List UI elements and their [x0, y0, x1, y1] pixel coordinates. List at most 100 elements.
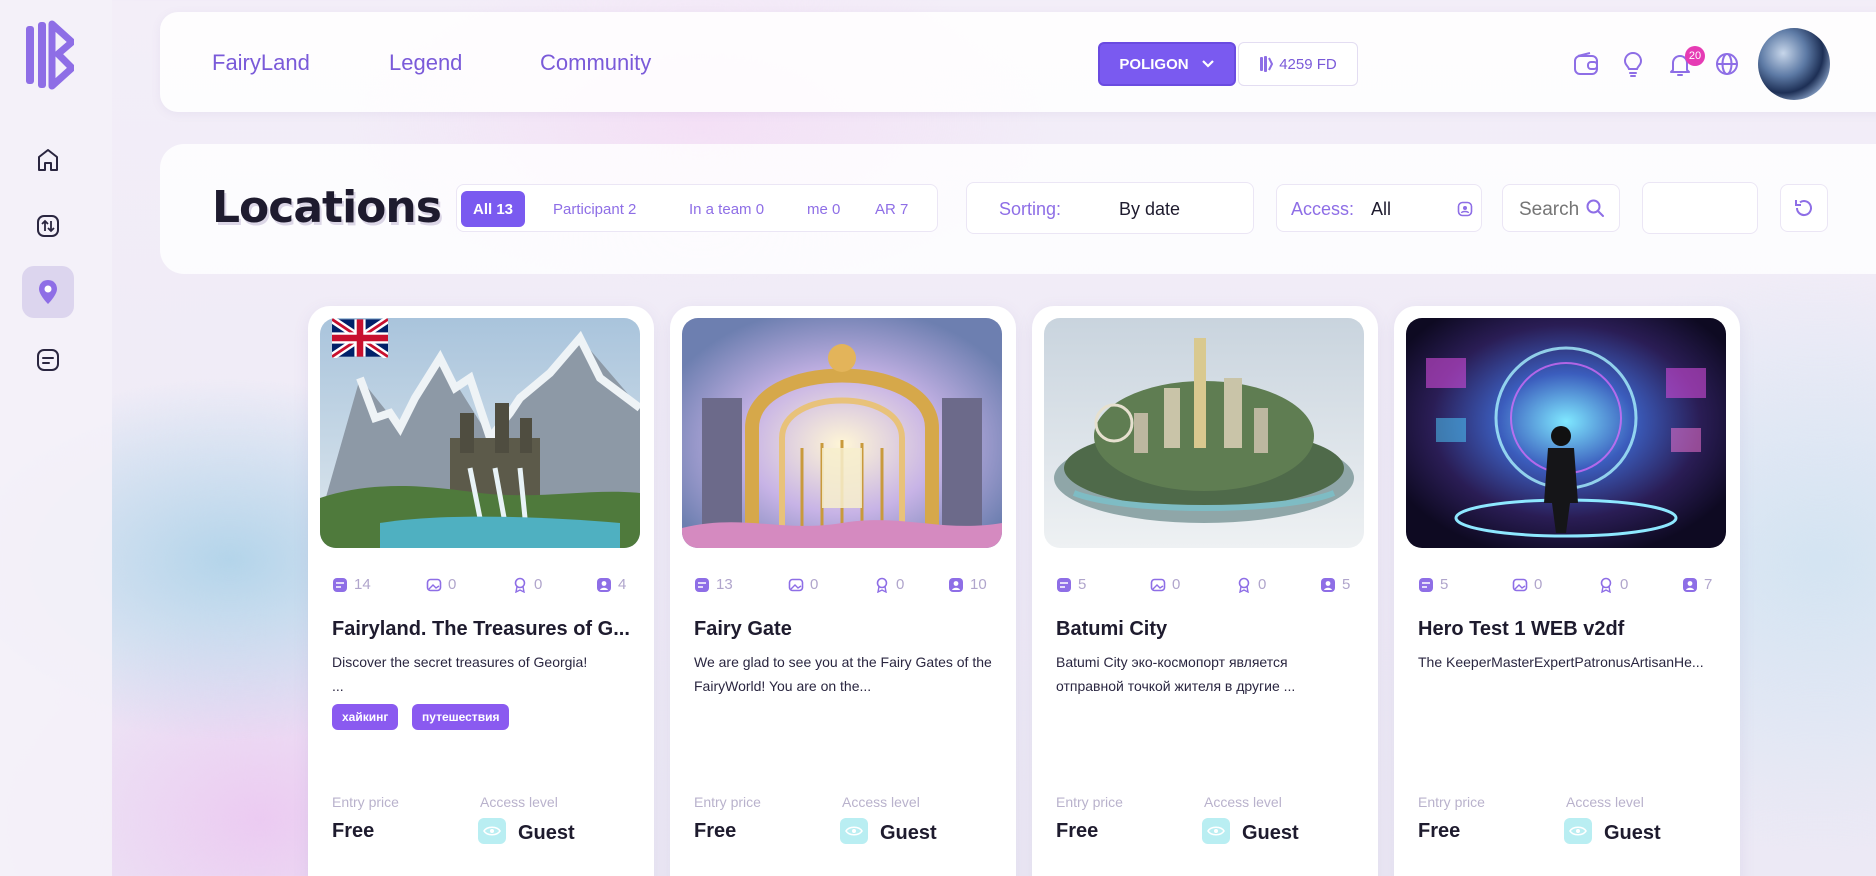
location-card[interactable]: 13 0 0 10 Fairy Gate We are glad to see … — [670, 306, 1016, 876]
tab-ar[interactable]: AR 7 — [863, 191, 920, 227]
top-navigation: FairyLand Legend Community POLIGON 4259 … — [160, 12, 1876, 112]
extra-filter-box[interactable] — [1642, 182, 1758, 234]
access-value: All — [1371, 199, 1392, 219]
tab-all[interactable]: All 13 — [461, 191, 526, 227]
entry-price-value: Free — [694, 820, 737, 842]
awards-count: 0 — [1258, 576, 1267, 593]
sidebar-exchange-button[interactable] — [22, 200, 74, 252]
sorting-select[interactable]: Sorting: By date — [966, 182, 1254, 234]
tab-in-a-team[interactable]: In a team 0 — [677, 191, 776, 227]
card-title: Fairy Gate — [694, 618, 792, 640]
awards-stat: 0 — [512, 576, 542, 593]
quests-icon — [1057, 577, 1071, 592]
awards-count: 0 — [1620, 576, 1629, 593]
users-count: 10 — [970, 576, 987, 593]
eye-icon — [1564, 818, 1592, 844]
search-box — [1502, 184, 1620, 232]
card-stats: 5 0 0 7 — [1418, 576, 1716, 596]
page-title: Locations — [212, 182, 442, 233]
photos-count: 0 — [448, 576, 457, 593]
card-title: Fairyland. The Treasures of G... — [332, 618, 630, 640]
quests-icon — [695, 577, 709, 592]
sidebar-locations-button[interactable] — [22, 266, 74, 318]
users-count: 5 — [1342, 576, 1351, 593]
tag-hiking[interactable]: хайкинг — [332, 704, 399, 730]
location-card[interactable]: 5 0 0 5 Batumi City Batumi City эко-косм… — [1032, 306, 1378, 876]
awards-count: 0 — [896, 576, 905, 593]
eye-icon — [1202, 818, 1230, 844]
card-stats: 14 0 0 4 — [332, 576, 630, 596]
access-select[interactable]: Access: All — [1276, 184, 1482, 232]
card-stats: 13 0 0 10 — [694, 576, 992, 596]
app-logo[interactable] — [24, 20, 74, 90]
network-select-button[interactable]: POLIGON — [1098, 42, 1236, 86]
entry-price-label: Entry price — [332, 794, 399, 810]
eye-icon — [840, 818, 868, 844]
uk-flag-icon — [332, 318, 388, 358]
location-image — [682, 318, 1002, 548]
tab-participant[interactable]: Participant 2 — [541, 191, 648, 227]
user-icon — [1683, 577, 1697, 592]
image-icon — [788, 578, 804, 591]
awards-stat: 0 — [1236, 576, 1266, 593]
users-stat: 7 — [1682, 576, 1712, 593]
tab-me[interactable]: me 0 — [795, 191, 852, 227]
card-description: Discover the secret treasures of Georgia… — [332, 654, 588, 694]
nav-link-legend[interactable]: Legend — [389, 50, 462, 76]
home-icon — [38, 149, 58, 171]
card-title: Batumi City — [1056, 618, 1168, 640]
sidebar-home-button[interactable] — [22, 134, 74, 186]
exchange-icon — [37, 215, 59, 237]
entry-price-value: Free — [1418, 820, 1461, 842]
coin-icon — [1260, 56, 1274, 72]
quests-icon — [1419, 577, 1433, 592]
globe-icon[interactable] — [1713, 50, 1741, 78]
photos-count: 0 — [810, 576, 819, 593]
quests-icon — [333, 577, 347, 592]
quests-stat: 14 — [332, 576, 371, 593]
search-icon[interactable] — [1585, 198, 1605, 218]
location-card[interactable]: 5 0 0 7 Hero Test 1 WEB v2df The KeeperM… — [1394, 306, 1740, 876]
image-icon — [1150, 578, 1166, 591]
nav-link-fairyland[interactable]: FairyLand — [212, 50, 310, 76]
award-icon — [876, 577, 888, 593]
user-icon — [1321, 577, 1335, 592]
nav-link-community[interactable]: Community — [540, 50, 651, 76]
lightbulb-icon[interactable] — [1619, 50, 1647, 78]
access-level-label: Access level — [480, 794, 558, 810]
balance-value: 4259 FD — [1279, 55, 1337, 73]
sidebar-chat-button[interactable] — [22, 334, 74, 386]
quests-stat: 5 — [1056, 576, 1086, 593]
user-avatar[interactable] — [1758, 28, 1830, 100]
photos-count: 0 — [1534, 576, 1543, 593]
image-icon — [1512, 578, 1528, 591]
location-image — [320, 318, 640, 548]
filter-panel: Locations All 13 Participant 2 In a team… — [160, 144, 1876, 274]
network-label: POLIGON — [1119, 55, 1189, 73]
location-pin-icon — [39, 280, 57, 304]
refresh-icon — [1795, 200, 1812, 217]
wallet-icon[interactable] — [1572, 50, 1600, 78]
location-card[interactable]: 14 0 0 4 Fairyland. The Treasures of G..… — [308, 306, 654, 876]
image-icon — [426, 578, 442, 591]
quests-stat: 13 — [694, 576, 733, 593]
entry-price-value: Free — [332, 820, 375, 842]
quests-count: 5 — [1078, 576, 1087, 593]
user-icon — [597, 577, 611, 592]
award-icon — [1238, 577, 1250, 593]
awards-stat: 0 — [1598, 576, 1628, 593]
search-input[interactable] — [1519, 197, 1583, 223]
awards-count: 0 — [534, 576, 543, 593]
quests-count: 14 — [354, 576, 371, 593]
entry-price-label: Entry price — [1056, 794, 1123, 810]
award-icon — [514, 577, 526, 593]
users-count: 4 — [618, 576, 627, 593]
access-level-value: Guest — [880, 822, 937, 844]
card-stats: 5 0 0 5 — [1056, 576, 1354, 596]
tag-travel[interactable]: путешествия — [412, 704, 510, 730]
photos-count: 0 — [1172, 576, 1181, 593]
access-label: Access: — [1291, 199, 1355, 219]
refresh-button[interactable] — [1780, 184, 1828, 232]
balance-button[interactable]: 4259 FD — [1238, 42, 1358, 86]
users-stat: 4 — [596, 576, 626, 593]
